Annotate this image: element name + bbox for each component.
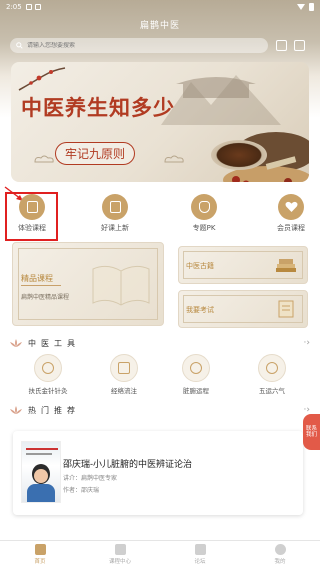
tools-section-title: 中医工具 bbox=[28, 338, 80, 348]
featured-course-subtitle: 扁鹊中医精品课程 bbox=[21, 294, 70, 301]
quick-nav-pk[interactable]: 专题PK bbox=[179, 194, 229, 233]
cloud-icon bbox=[164, 155, 184, 163]
quick-nav-member[interactable]: 会员课程 bbox=[266, 194, 316, 233]
forum-icon bbox=[194, 544, 206, 555]
quick-nav: 体验课程 好课上新 专题PK 会员课程 bbox=[0, 194, 320, 240]
lecturer-body bbox=[27, 484, 55, 502]
home-icon bbox=[34, 544, 46, 555]
recommend-section-header: 热门推荐 ·› bbox=[10, 403, 310, 417]
open-book-icon bbox=[92, 265, 150, 306]
tool-label: 经络流注 bbox=[111, 387, 137, 395]
course-icon bbox=[19, 194, 45, 220]
banner-subtitle: 牢记九原则 bbox=[55, 142, 136, 165]
tool-organ[interactable]: 脏腑运程 bbox=[168, 354, 224, 395]
pk-icon bbox=[191, 194, 217, 220]
tab-home[interactable]: 首页 bbox=[10, 544, 70, 565]
quick-nav-course[interactable]: 体验课程 bbox=[7, 194, 57, 233]
tea-bowl-icon bbox=[211, 140, 267, 170]
meridian-icon bbox=[110, 354, 138, 382]
checkin-icon[interactable] bbox=[276, 40, 287, 51]
app-title: 扁鹊中医 bbox=[139, 21, 180, 31]
notification-icon bbox=[25, 4, 32, 10]
battery-icon bbox=[309, 3, 314, 11]
acupuncture-icon bbox=[34, 354, 62, 382]
message-icon[interactable] bbox=[294, 40, 305, 51]
contact-label-2: 我们 bbox=[305, 432, 317, 438]
banner[interactable]: 中医养生知多少 牢记九原则 bbox=[11, 62, 309, 182]
quick-nav-new[interactable]: 好课上新 bbox=[90, 194, 140, 233]
notification-icon bbox=[34, 4, 41, 10]
lotus-icon bbox=[10, 406, 22, 414]
exam-paper-icon bbox=[278, 300, 294, 318]
lotus-icon bbox=[10, 339, 22, 347]
wifi-icon bbox=[297, 4, 305, 10]
tab-forum[interactable]: 论坛 bbox=[170, 544, 230, 565]
tab-label: 我的 bbox=[274, 559, 286, 565]
tab-profile[interactable]: 我的 bbox=[250, 544, 310, 565]
tools-more-link[interactable]: ·› bbox=[304, 338, 310, 348]
search-input[interactable] bbox=[27, 42, 227, 49]
quick-nav-label: 专题PK bbox=[192, 224, 216, 232]
classics-card[interactable]: 中医古籍 bbox=[178, 246, 308, 284]
tab-courses[interactable]: 课程中心 bbox=[90, 544, 150, 565]
bottom-nav: 首页 课程中心 论坛 我的 bbox=[0, 540, 320, 568]
pavilion-icon bbox=[176, 77, 256, 98]
status-time: 2:05 bbox=[6, 3, 22, 11]
recommend-card[interactable]: 邵庆瑞-小儿脏腑的中医辨证论治 讲介：扁鹊中医专家 作者：邵庆瑞 bbox=[13, 431, 303, 515]
thumbnail-subtitle-bar bbox=[26, 453, 52, 455]
tool-meridian[interactable]: 经络流注 bbox=[96, 354, 152, 395]
recommend-section-title: 热门推荐 bbox=[28, 405, 80, 415]
tab-label: 课程中心 bbox=[108, 559, 131, 565]
tool-five-elements[interactable]: 五运六气 bbox=[244, 354, 300, 395]
tools-section-header: 中医工具 ·› bbox=[10, 336, 310, 350]
book-stack-icon bbox=[276, 259, 296, 272]
recommend-subtitle: 讲介：扁鹊中医专家 bbox=[63, 475, 118, 482]
search-icon bbox=[16, 42, 23, 49]
plum-branch-icon bbox=[18, 67, 66, 91]
featured-course-card[interactable]: 精品课程 扁鹊中医精品课程 bbox=[12, 242, 164, 326]
tab-label: 论坛 bbox=[194, 559, 206, 565]
thumbnail-title-bar bbox=[26, 448, 58, 450]
tools-grid: 扶氏金针针灸 经络流注 脏腑运程 五运六气 bbox=[0, 354, 320, 400]
lecturer-face bbox=[34, 469, 48, 483]
tool-label: 五运六气 bbox=[259, 387, 285, 395]
banner-title: 中医养生知多少 bbox=[21, 95, 175, 120]
featured-course-title: 精品课程 bbox=[21, 274, 53, 283]
classics-label: 中医古籍 bbox=[186, 262, 214, 270]
contact-us-button[interactable]: 联系 我们 bbox=[303, 414, 320, 450]
recommend-author: 作者：邵庆瑞 bbox=[63, 487, 100, 494]
title-underline bbox=[21, 285, 61, 286]
exam-label: 我要考试 bbox=[186, 306, 214, 314]
cloud-icon bbox=[34, 155, 54, 163]
exam-card[interactable]: 我要考试 bbox=[178, 290, 308, 328]
search-bar[interactable] bbox=[10, 38, 268, 53]
tool-label: 扶氏金针针灸 bbox=[28, 387, 68, 395]
five-elements-icon bbox=[258, 354, 286, 382]
heart-icon bbox=[278, 194, 304, 220]
organ-icon bbox=[182, 354, 210, 382]
recommend-title: 邵庆瑞-小儿脏腑的中医辨证论治 bbox=[63, 460, 193, 470]
tool-label: 脏腑运程 bbox=[183, 387, 209, 395]
quick-nav-label: 会员课程 bbox=[277, 224, 305, 232]
quick-nav-label: 体验课程 bbox=[18, 224, 46, 232]
book-icon bbox=[114, 544, 126, 555]
course-thumbnail bbox=[21, 441, 61, 503]
tool-acupuncture[interactable]: 扶氏金针针灸 bbox=[20, 354, 76, 395]
status-bar: 2:05 bbox=[0, 0, 320, 14]
profile-icon bbox=[274, 544, 286, 555]
tab-label: 首页 bbox=[34, 559, 46, 565]
quick-nav-label: 好课上新 bbox=[101, 224, 129, 232]
new-course-icon bbox=[102, 194, 128, 220]
